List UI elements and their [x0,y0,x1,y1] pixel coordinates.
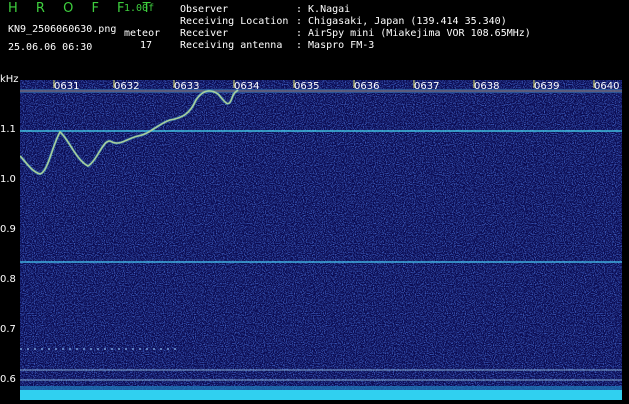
y-tick-1.0: 1.0 [0,174,16,185]
time-label-0635: 0635 [294,81,320,92]
time-label-0637: 0637 [414,81,440,92]
time-label-0631: 0631 [54,81,80,92]
y-tick-0.7: 0.7 [0,324,16,335]
time-label-0632: 0632 [114,81,140,92]
spectrum-noise [20,80,622,400]
time-label-0640: 0640 [594,81,620,92]
info-key-antenna: Receiving antenna [180,40,283,51]
datetime: 25.06.06 06:30 [8,42,93,53]
bottom-band [20,390,622,400]
info-value-antenna: : Maspro FM-3 [296,40,375,51]
y-axis-unit: kHz [0,74,19,85]
y-tick-1.1: 1.1 [0,124,16,135]
y-tick-0.8: 0.8 [0,274,16,285]
time-label-0638: 0638 [474,81,500,92]
time-label-0639: 0639 [534,81,560,92]
meteor-count: 17 [140,40,153,51]
info-value-receiver: : AirSpy mini (Miakejima VOR 108.65MHz) [296,28,531,39]
info-value-location: : Chigasaki, Japan (139.414 35.340) [296,16,507,27]
meteor-label: meteor [124,28,161,39]
file-name: KN9_2506060630.png [8,24,117,35]
header-panel: H R O F F T 1.00f KN9_2506060630.png met… [0,0,629,78]
y-tick-0.9: 0.9 [0,224,16,235]
spectrogram-svg [18,80,622,400]
info-key-location: Receiving Location [180,16,289,27]
time-label-0633: 0633 [174,81,200,92]
y-tick-0.6: 0.6 [0,374,16,385]
bottom-band-edge [20,386,622,390]
time-label-0634: 0634 [234,81,260,92]
info-key-receiver: Receiver [180,28,229,39]
app-version: 1.00f [124,3,155,14]
spectrogram [18,80,622,400]
info-value-observer: : K.Nagai [296,4,351,15]
info-key-observer: Observer [180,4,229,15]
time-label-0636: 0636 [354,81,380,92]
